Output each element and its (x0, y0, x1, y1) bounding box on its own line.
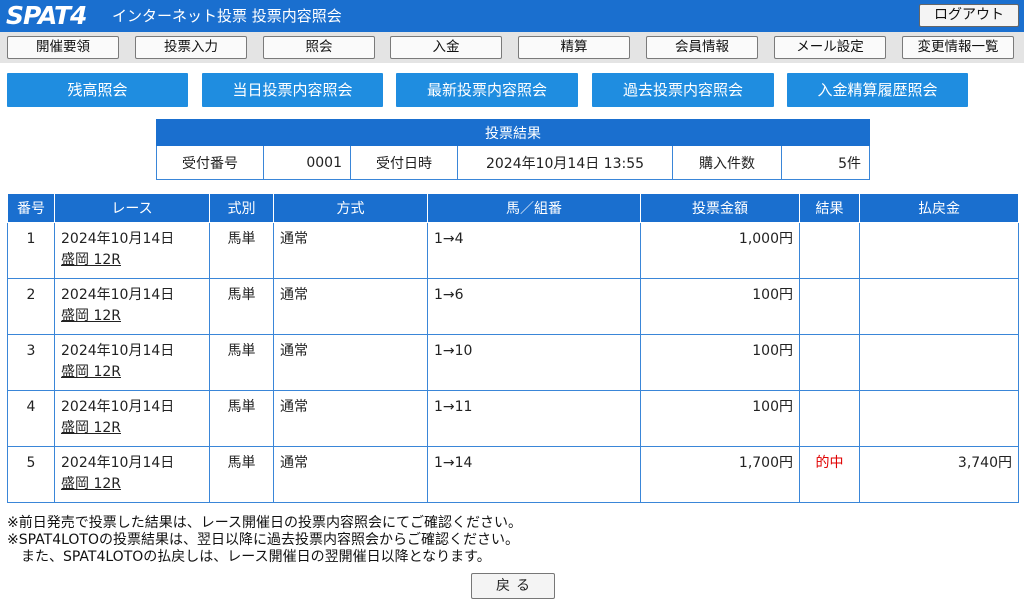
nav-nyukin[interactable]: 入金 (390, 36, 502, 59)
col-header-type: 式別 (209, 193, 274, 223)
row-payout (859, 222, 1019, 279)
row-no: 5 (7, 446, 55, 503)
row-date: 2024年10月14日 (61, 287, 175, 303)
row-payout (859, 334, 1019, 391)
col-header-combo: 馬／組番 (427, 193, 641, 223)
row-date: 2024年10月14日 (61, 455, 175, 471)
note-line: ※SPAT4LOTOの投票結果は、翌日以降に過去投票内容照会からご確認ください。 (7, 532, 520, 548)
row-combo: 1→6 (427, 278, 641, 335)
row-method: 通常 (273, 334, 428, 391)
results-header-row: 番号 レース 式別 方式 馬／組番 投票金額 結果 払戻金 (7, 193, 1019, 223)
past-bets-button[interactable]: 過去投票内容照会 (592, 73, 774, 107)
purchase-count-value: 5件 (781, 145, 870, 180)
col-header-no: 番号 (7, 193, 55, 223)
note-line: ※前日発売で投票した結果は、レース開催日の投票内容照会にてご確認ください。 (7, 515, 523, 531)
nav-mail-settei[interactable]: メール設定 (774, 36, 886, 59)
row-payout: 3,740円 (859, 446, 1019, 503)
row-method: 通常 (273, 222, 428, 279)
col-header-amount: 投票金額 (640, 193, 800, 223)
purchase-count-label: 購入件数 (672, 145, 782, 180)
row-type: 馬単 (209, 390, 274, 447)
row-combo: 1→11 (427, 390, 641, 447)
receipt-time-label: 受付日時 (350, 145, 458, 180)
table-row: 3 2024年10月14日 盛岡 12R 馬単 通常 1→10 100円 (7, 334, 1019, 391)
row-combo: 1→4 (427, 222, 641, 279)
row-result: 的中 (799, 446, 860, 503)
row-type: 馬単 (209, 278, 274, 335)
row-payout (859, 390, 1019, 447)
summary-title: 投票結果 (156, 119, 870, 146)
row-amount: 100円 (640, 278, 800, 335)
row-result (799, 278, 860, 335)
table-row: 1 2024年10月14日 盛岡 12R 馬単 通常 1→4 1,000円 (7, 222, 1019, 279)
main-nav: 開催要領 投票入力 照会 入金 精算 会員情報 メール設定 変更情報一覧 (0, 32, 1024, 63)
row-method: 通常 (273, 446, 428, 503)
nav-tohyo-nyuryoku[interactable]: 投票入力 (135, 36, 247, 59)
row-date: 2024年10月14日 (61, 399, 175, 415)
table-row: 5 2024年10月14日 盛岡 12R 馬単 通常 1→14 1,700円 的中… (7, 446, 1019, 503)
row-result (799, 390, 860, 447)
row-race-cell: 2024年10月14日 盛岡 12R (54, 446, 210, 503)
row-race-cell: 2024年10月14日 盛岡 12R (54, 334, 210, 391)
row-result (799, 334, 860, 391)
row-method: 通常 (273, 278, 428, 335)
col-header-race: レース (54, 193, 210, 223)
row-method: 通常 (273, 390, 428, 447)
row-result (799, 222, 860, 279)
row-combo: 1→14 (427, 446, 641, 503)
col-header-method: 方式 (273, 193, 428, 223)
notes: ※前日発売で投票した結果は、レース開催日の投票内容照会にてご確認ください。 ※S… (7, 515, 522, 566)
row-type: 馬単 (209, 334, 274, 391)
receipt-time-value: 2024年10月14日 13:55 (457, 145, 673, 180)
row-type: 馬単 (209, 446, 274, 503)
row-date: 2024年10月14日 (61, 231, 175, 247)
nav-kaisai-yoryo[interactable]: 開催要領 (7, 36, 119, 59)
row-no: 2 (7, 278, 55, 335)
row-amount: 1,000円 (640, 222, 800, 279)
nav-shokai[interactable]: 照会 (263, 36, 375, 59)
row-race-cell: 2024年10月14日 盛岡 12R (54, 222, 210, 279)
race-link[interactable]: 盛岡 12R (61, 420, 121, 436)
row-combo: 1→10 (427, 334, 641, 391)
race-link[interactable]: 盛岡 12R (61, 476, 121, 492)
balance-inquiry-button[interactable]: 残高照会 (7, 73, 188, 107)
receipt-no-label: 受付番号 (156, 145, 264, 180)
table-row: 2 2024年10月14日 盛岡 12R 馬単 通常 1→6 100円 (7, 278, 1019, 335)
race-link[interactable]: 盛岡 12R (61, 308, 121, 324)
row-amount: 1,700円 (640, 446, 800, 503)
receipt-no-value: 0001 (263, 145, 351, 180)
row-date: 2024年10月14日 (61, 343, 175, 359)
row-no: 4 (7, 390, 55, 447)
nav-kaiin-joho[interactable]: 会員情報 (646, 36, 758, 59)
app-header: SPAT4 インターネット投票 投票内容照会 ログアウト (0, 0, 1024, 32)
row-amount: 100円 (640, 334, 800, 391)
bet-results-table: 番号 レース 式別 方式 馬／組番 投票金額 結果 払戻金 1 2024年10月… (7, 193, 1019, 503)
latest-bets-button[interactable]: 最新投票内容照会 (396, 73, 578, 107)
row-payout (859, 278, 1019, 335)
row-amount: 100円 (640, 390, 800, 447)
race-link[interactable]: 盛岡 12R (61, 364, 121, 380)
col-header-result: 結果 (799, 193, 860, 223)
spat4-logo: SPAT4 (6, 1, 87, 30)
deposit-history-button[interactable]: 入金精算履歴照会 (787, 73, 968, 107)
back-button[interactable]: 戻る (471, 573, 555, 599)
table-row: 4 2024年10月14日 盛岡 12R 馬単 通常 1→11 100円 (7, 390, 1019, 447)
nav-seisan[interactable]: 精算 (518, 36, 630, 59)
today-bets-button[interactable]: 当日投票内容照会 (202, 73, 383, 107)
page-title: インターネット投票 投票内容照会 (112, 7, 342, 25)
logout-button[interactable]: ログアウト (919, 4, 1019, 27)
bet-summary-table: 投票結果 受付番号 0001 受付日時 2024年10月14日 13:55 購入… (156, 119, 870, 180)
row-race-cell: 2024年10月14日 盛岡 12R (54, 390, 210, 447)
row-no: 3 (7, 334, 55, 391)
note-line: また、SPAT4LOTOの払戻しは、レース開催日の翌開催日以降となります。 (7, 549, 491, 565)
nav-henko-joho[interactable]: 変更情報一覧 (902, 36, 1014, 59)
row-type: 馬単 (209, 222, 274, 279)
row-no: 1 (7, 222, 55, 279)
col-header-payout: 払戻金 (859, 193, 1019, 223)
race-link[interactable]: 盛岡 12R (61, 252, 121, 268)
row-race-cell: 2024年10月14日 盛岡 12R (54, 278, 210, 335)
